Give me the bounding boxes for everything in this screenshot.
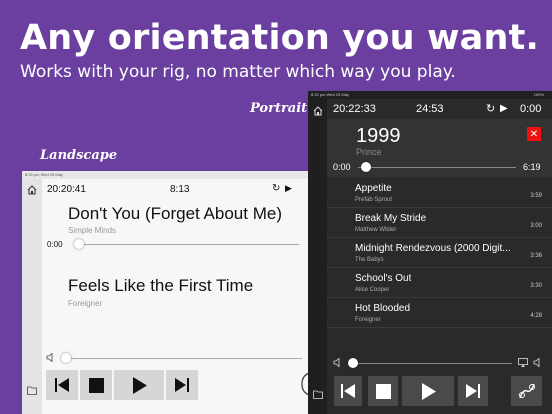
queue-item-artist: Foreigner: [355, 317, 381, 323]
speaker-icon: [333, 358, 343, 367]
stop-button[interactable]: [368, 376, 398, 406]
queue-item-title: School's Out: [355, 273, 412, 284]
elapsed-time: 8:13: [170, 184, 190, 195]
folder-icon[interactable]: [313, 390, 323, 399]
queue-item-title: Hot Blooded: [355, 303, 411, 314]
repeat-icon[interactable]: ↻: [272, 183, 280, 194]
home-icon[interactable]: [313, 106, 323, 116]
stop-icon: [88, 377, 104, 393]
play-icon[interactable]: ▶: [500, 103, 508, 114]
headline: Any orientation you want.: [20, 18, 540, 58]
status-text: 8:22 pm Wed 29 May: [311, 92, 349, 97]
progress-knob[interactable]: [361, 162, 371, 172]
airplay-icon[interactable]: [518, 358, 528, 367]
skip-back-button[interactable]: [46, 370, 78, 400]
progress-track[interactable]: [77, 244, 299, 245]
sidebar: [22, 179, 42, 414]
skip-forward-icon: [466, 384, 480, 398]
volume-knob[interactable]: [61, 353, 71, 363]
speaker-icon: [46, 353, 56, 362]
play-button[interactable]: [402, 376, 454, 406]
folder-icon[interactable]: [27, 386, 37, 395]
next-song-title: Feels Like the First Time: [68, 276, 254, 295]
queue-item-artist: Prefab Sprout: [355, 197, 393, 203]
battery-text: 100%: [533, 92, 544, 97]
queue-item[interactable]: Hot Blooded Foreigner 4:28: [327, 298, 552, 328]
status-bar: 8:22 pm Wed 29 May 100%: [308, 91, 552, 99]
close-button[interactable]: ✕: [527, 127, 541, 141]
landscape-device: 8:29 pm Wed 29 May 20:20:41 8:13 ↻ ▶ Don…: [22, 171, 312, 414]
skip-back-icon: [55, 378, 69, 392]
current-song-title: 1999: [356, 125, 401, 147]
queue-item-title: Break My Stride: [355, 213, 427, 224]
play-icon: [132, 376, 147, 394]
skip-back-button[interactable]: [334, 376, 362, 406]
remaining-time: 0:00: [520, 103, 542, 115]
sidebar: [308, 99, 327, 414]
clock: 20:22:33: [333, 103, 376, 115]
queue-item-artist: The Babys: [355, 257, 384, 263]
stop-button[interactable]: [80, 370, 112, 400]
progress-track[interactable]: [358, 167, 516, 168]
next-song-artist: Foreigner: [68, 299, 103, 308]
queue-item-duration: 4:28: [530, 313, 542, 319]
play-icon[interactable]: ▶: [285, 183, 292, 194]
queue-item-duration: 3:30: [530, 283, 542, 289]
link-icon: [518, 383, 535, 399]
home-icon[interactable]: [27, 185, 37, 195]
current-song-title: Don't You (Forget About Me): [68, 204, 282, 223]
current-song-artist: Prince: [356, 147, 382, 157]
queue-item[interactable]: Break My Stride Matthew Wilder 3:00: [327, 208, 552, 238]
subheadline: Works with your rig, no matter which way…: [20, 62, 456, 82]
queue-item[interactable]: Appetite Prefab Sprout 3:59: [327, 178, 552, 208]
skip-forward-button[interactable]: [166, 370, 198, 400]
queue-item-duration: 3:59: [530, 193, 542, 199]
current-song-artist: Simple Minds: [68, 226, 117, 235]
position-time: 0:00: [47, 240, 63, 249]
status-bar: 8:29 pm Wed 29 May: [22, 171, 312, 179]
queue-item[interactable]: School's Out Alice Cooper 3:30: [327, 268, 552, 298]
volume-knob[interactable]: [348, 358, 358, 368]
progress-knob[interactable]: [74, 239, 84, 249]
speaker-max-icon: [533, 358, 543, 367]
landscape-label: Landscape: [40, 148, 118, 163]
volume-track[interactable]: [350, 363, 512, 364]
queue-item-title: Midnight Rendezvous (2000 Digit...: [355, 243, 511, 254]
portrait-label: Portrait: [250, 101, 308, 116]
link-button[interactable]: [511, 376, 542, 406]
close-icon: ✕: [529, 128, 539, 140]
queue-item-title: Appetite: [355, 183, 392, 194]
portrait-device: 8:22 pm Wed 29 May 100% 20:22:33 24:53 ↻…: [308, 91, 552, 414]
queue-item-duration: 3:36: [530, 253, 542, 259]
stop-icon: [375, 383, 391, 399]
play-button[interactable]: [114, 370, 164, 400]
play-icon: [421, 382, 436, 400]
elapsed-time: 24:53: [416, 103, 444, 115]
skip-back-icon: [341, 384, 355, 398]
position-time: 0:00: [333, 162, 351, 172]
skip-forward-icon: [175, 378, 189, 392]
queue-item-artist: Alice Cooper: [355, 287, 390, 293]
queue-item[interactable]: Midnight Rendezvous (2000 Digit... The B…: [327, 238, 552, 268]
queue-item-artist: Matthew Wilder: [355, 227, 397, 233]
duration-time: 6:19: [523, 162, 541, 172]
clock: 20:20:41: [47, 184, 86, 195]
repeat-icon[interactable]: ↻: [486, 102, 495, 115]
volume-track[interactable]: [62, 358, 302, 359]
queue-item-duration: 3:00: [530, 223, 542, 229]
skip-forward-button[interactable]: [458, 376, 488, 406]
